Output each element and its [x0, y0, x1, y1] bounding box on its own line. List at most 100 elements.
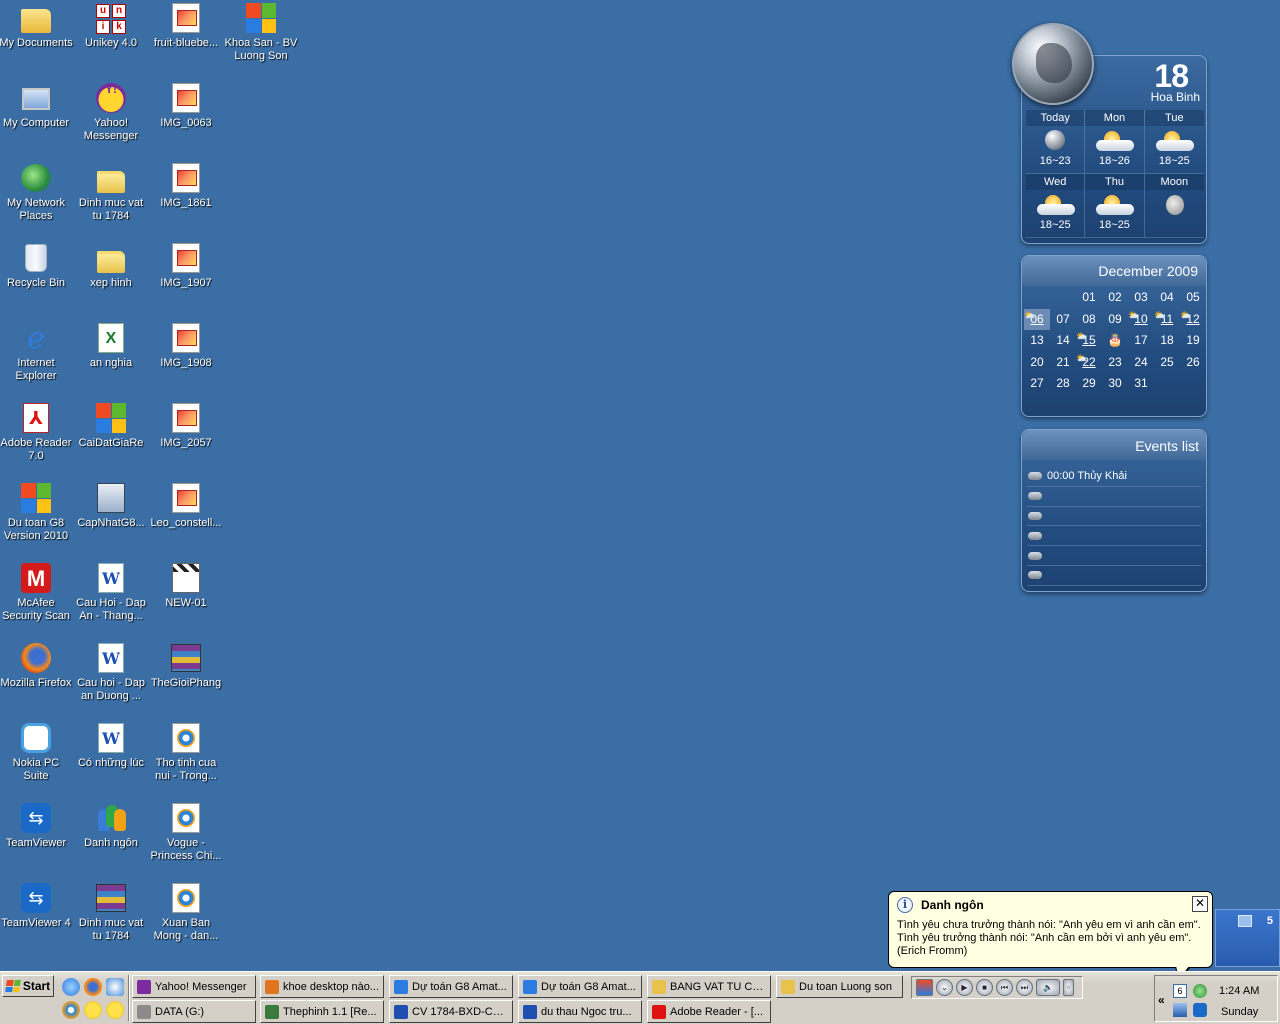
desktop-icon[interactable]: NEW-01	[148, 562, 224, 610]
event-row[interactable]	[1027, 546, 1201, 566]
desktop-icon[interactable]: Dinh muc vat tu 1784	[73, 882, 149, 943]
calendar-day[interactable]: 24	[1128, 352, 1154, 374]
birthday-cake-icon[interactable]: 🎂	[1102, 330, 1128, 352]
show-hidden-icons-chevron-icon[interactable]: «	[1158, 993, 1165, 1007]
desktop-icon[interactable]: Dinh muc vat tu 1784	[73, 162, 149, 223]
notification-balloon[interactable]: i Danh ngôn ✕ Tình yêu chưa trưởng thành…	[888, 891, 1213, 981]
desktop-icon[interactable]: Khoa San - BV Luong Son	[223, 2, 299, 63]
desktop-icon[interactable]: Vogue - Princess Chi...	[148, 802, 224, 863]
event-row[interactable]	[1027, 487, 1201, 507]
desktop-icon[interactable]: Mozilla Firefox	[0, 642, 74, 690]
calendar-day[interactable]: 12	[1180, 305, 1206, 331]
calendar-day[interactable]: 26	[1180, 352, 1206, 374]
desktop-icon[interactable]: W Cau Hoi - Dap An - Thang...	[73, 562, 149, 623]
desktop-icon[interactable]: Du toan G8 Version 2010	[0, 482, 74, 543]
volume-icon[interactable]: 🔈	[1036, 979, 1060, 996]
start-button[interactable]: Start	[2, 975, 54, 997]
calendar-gadget[interactable]: December 2009 01020304050607080910111213…	[1021, 255, 1207, 417]
taskbar-button[interactable]: Yahoo! Messenger	[132, 975, 256, 998]
desktop-icon[interactable]: IMG_1861	[148, 162, 224, 210]
events-gadget[interactable]: Events list 00:00 Thủy Khải	[1021, 429, 1207, 592]
calendar-day[interactable]: 21	[1050, 352, 1076, 374]
desktop-icon[interactable]: W Cau hoi - Dap an Duong ...	[73, 642, 149, 703]
desktop-icon[interactable]: TheGioiPhang	[148, 642, 224, 690]
stop-icon[interactable]: ■	[976, 979, 993, 996]
desktop-icon[interactable]: My Computer	[0, 82, 74, 130]
taskbar-button[interactable]: du thau Ngoc tru...	[518, 1000, 642, 1023]
calendar-day[interactable]: 18	[1154, 330, 1180, 352]
previous-icon[interactable]: ⏮	[996, 979, 1013, 996]
desktop-icon[interactable]: Danh ngôn	[73, 802, 149, 850]
network-tray-icon[interactable]	[1173, 1003, 1187, 1017]
desktop-icon[interactable]: xep hinh	[73, 242, 149, 290]
messenger-quicklaunch-icon[interactable]	[84, 1001, 102, 1019]
weather-gadget[interactable]: 18 Hoa Binh Today 16~23 Mon 18~26 Tue 18~25 We…	[1012, 23, 1207, 244]
calendar-day[interactable]: 13	[1024, 330, 1050, 352]
play-icon[interactable]: ▶	[956, 979, 973, 996]
calendar-day[interactable]: 10	[1128, 305, 1154, 331]
taskbar-button[interactable]: DATA (G:)	[132, 1000, 256, 1023]
taskbar-button[interactable]: CV 1784-BXD-Con...	[389, 1000, 513, 1023]
desktop-icon[interactable]: Xuan Ban Mong - dan...	[148, 882, 224, 943]
desktop-icon[interactable]: My Documents	[0, 2, 74, 50]
calendar-day[interactable]: 09	[1102, 309, 1128, 331]
calendar-day[interactable]: 06	[1024, 305, 1050, 330]
media-player-quicklaunch-icon[interactable]	[62, 1001, 80, 1019]
calendar-day[interactable]: 02	[1102, 287, 1128, 309]
taskbar-button[interactable]: Dự toán G8 Amat...	[518, 975, 642, 998]
teamviewer-tray-icon[interactable]	[1193, 1003, 1207, 1017]
outlook-quicklaunch-icon[interactable]	[106, 978, 124, 996]
calendar-day[interactable]: 30	[1102, 373, 1128, 395]
media-menu-icon[interactable]: ⌄	[936, 979, 953, 996]
calendar-day[interactable]: 19	[1180, 330, 1206, 352]
calendar-day[interactable]: 29	[1076, 373, 1102, 395]
yahoo-quicklaunch-icon[interactable]	[106, 1001, 124, 1019]
desktop-icon[interactable]: Y! Yahoo! Messenger	[73, 82, 149, 143]
taskbar-button[interactable]: Du toan Luong son	[776, 975, 903, 998]
desktop-icon[interactable]: fruit-bluebe...	[148, 2, 224, 50]
calendar-day[interactable]: 22	[1076, 348, 1102, 374]
calendar-day[interactable]: 07	[1050, 309, 1076, 331]
desktop-icon[interactable]: Xan nghia	[73, 322, 149, 370]
ie-quicklaunch-icon[interactable]	[62, 978, 80, 996]
desktop-icon[interactable]: Leo_constell...	[148, 482, 224, 530]
tray-clock[interactable]: 1:24 AM	[1219, 985, 1259, 997]
next-icon[interactable]: ⏭	[1016, 979, 1033, 996]
desktop-icon[interactable]: M McAfee Security Scan	[0, 562, 74, 623]
calendar-day[interactable]: 25	[1154, 352, 1180, 374]
desktop-icon[interactable]: e Internet Explorer	[0, 322, 74, 383]
calendar-day[interactable]: 23	[1102, 352, 1128, 374]
calendar-day[interactable]: 11	[1154, 305, 1180, 331]
desktop-icon[interactable]: IMG_1908	[148, 322, 224, 370]
media-player-toolbar[interactable]: ⌄ ▶ ■ ⏮ ⏭ 🔈 ▫	[911, 976, 1083, 999]
desktop-icon[interactable]: My Network Places	[0, 162, 74, 223]
firefox-quicklaunch-icon[interactable]	[84, 978, 102, 996]
desktop-icon[interactable]: ⇆ TeamViewer	[0, 802, 74, 850]
desktop-icon[interactable]: Nokia PC Suite	[0, 722, 74, 783]
calendar-tray-icon[interactable]: 6	[1173, 984, 1187, 998]
event-row[interactable]	[1027, 507, 1201, 527]
event-row[interactable]	[1027, 526, 1201, 547]
desktop-icon[interactable]: ⇆ TeamViewer 4	[0, 882, 74, 930]
desktop-icon[interactable]: W Có những lúc	[73, 722, 149, 770]
balloon-close-button[interactable]: ✕	[1192, 896, 1208, 912]
desktop-icon[interactable]: CapNhatG8...	[73, 482, 149, 530]
desktop-icon[interactable]: u n i k Unikey 4.0	[73, 2, 149, 50]
calendar-day[interactable]: 27	[1024, 373, 1050, 395]
taskbar-button[interactable]: BANG VAT TU CO...	[647, 975, 771, 998]
calendar-day[interactable]: 31	[1128, 373, 1154, 395]
event-row[interactable]	[1027, 566, 1201, 586]
desktop-icon[interactable]: ⅄ Adobe Reader 7.0	[0, 402, 74, 463]
desktop-icon[interactable]: IMG_0063	[148, 82, 224, 130]
calendar-day[interactable]: 01	[1076, 287, 1102, 309]
event-row[interactable]: 00:00 Thủy Khải	[1027, 467, 1201, 487]
taskbar-button[interactable]: Thephinh 1.1 [Re...	[260, 1000, 384, 1023]
taskbar-button[interactable]: Adobe Reader - [...	[647, 1000, 771, 1023]
desktop-icon[interactable]: CaiDatGiaRe	[73, 402, 149, 450]
calendar-day[interactable]: 20	[1024, 352, 1050, 374]
desktop-icon[interactable]: Tho tinh cua nui - Trong...	[148, 722, 224, 783]
taskbar-button[interactable]: khoe desktop nào...	[260, 975, 384, 998]
desktop-icon[interactable]: IMG_1907	[148, 242, 224, 290]
calendar-day[interactable]: 28	[1050, 373, 1076, 395]
desktop-switcher[interactable]: 5	[1215, 909, 1280, 967]
